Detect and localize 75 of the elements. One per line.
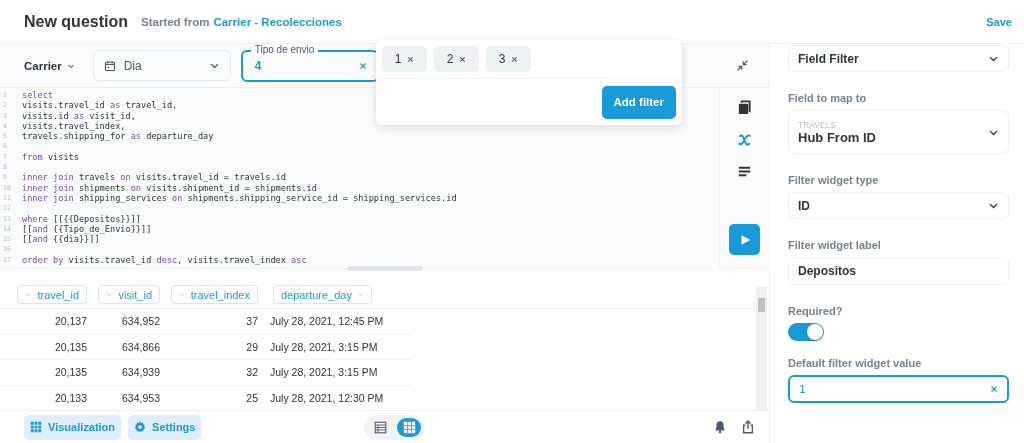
- remove-icon[interactable]: [407, 55, 415, 63]
- code-line: inner join travels on visits.travel_id = travels.id: [22, 172, 286, 183]
- section-label: TRAVELS: [798, 119, 838, 130]
- code-line: inner join shipping_services on shipments.shipping_service_id = shipping_services.id: [22, 192, 457, 204]
- chevron-icon: [178, 291, 186, 298]
- field-label: Required?: [788, 305, 844, 317]
- code-line: order by visits.travel_id desc, visits.travel_index asc: [22, 254, 307, 266]
- field-label: Filter widget label: [788, 239, 882, 251]
- select-field[interactable]: ID: [788, 192, 1009, 219]
- table-cell: 29: [163, 334, 261, 360]
- input-field[interactable]: Depositos: [788, 257, 1009, 285]
- select-value: Hub From ID: [798, 129, 877, 145]
- book-icon[interactable]: [737, 100, 752, 115]
- calendar-icon: [103, 59, 116, 72]
- grid-icon: [402, 420, 416, 434]
- snippet-icon[interactable]: [737, 164, 752, 179]
- table-cell: July 28, 2021, 12:45 PM: [261, 309, 411, 335]
- table-cell: 634,939: [90, 360, 163, 386]
- table-cell: 20,135: [0, 360, 90, 386]
- collapse-icon[interactable]: [736, 59, 749, 72]
- remove-icon[interactable]: [459, 55, 467, 63]
- chevron-icon: [106, 291, 114, 298]
- remove-icon[interactable]: [511, 55, 519, 63]
- date-filter[interactable]: Dia: [92, 50, 231, 81]
- table-cell: 634,952: [90, 309, 163, 335]
- chevron-icon: [25, 291, 33, 298]
- subtitle-text: Started from: [141, 15, 210, 28]
- field-label: Filter widget type: [788, 174, 880, 186]
- filter-field[interactable]: Tipo de envio 4: [240, 43, 379, 82]
- table-cell: 634,866: [90, 334, 163, 360]
- code-line: [[and {{Tipo_de_Envio}}]]: [22, 223, 152, 235]
- value-chip[interactable]: 3: [486, 46, 531, 72]
- table-cell: July 28, 2021, 3:15 PM: [261, 334, 411, 360]
- value-chip[interactable]: 2: [434, 46, 479, 72]
- code-line: visits.travel_id as travel_id,: [22, 100, 178, 111]
- page-title: New question: [24, 12, 128, 31]
- select-field[interactable]: Field Filter: [788, 45, 1009, 72]
- run-button[interactable]: [729, 224, 760, 255]
- toggle-switch[interactable]: [788, 323, 824, 341]
- code-line: travels.shipping_for as departure_day: [22, 131, 214, 142]
- code-line: [[and {{dia}}]]: [22, 234, 100, 245]
- scrollbar[interactable]: [756, 287, 767, 410]
- table-cell: 37: [163, 309, 261, 335]
- code-line: visits.travel_index,: [22, 120, 126, 132]
- table-cell: 634,953: [90, 385, 163, 410]
- code-line: visits.id as visit_id,: [22, 110, 136, 121]
- select-field[interactable]: TRAVELS Hub From ID: [788, 110, 1009, 154]
- select-value: Field Filter: [798, 51, 860, 66]
- bell-icon[interactable]: [713, 420, 727, 434]
- code-line: from visits: [22, 151, 79, 163]
- field-label: Default filter widget value: [788, 357, 923, 369]
- table-cell: 25: [163, 385, 261, 410]
- grid-view-button[interactable]: [397, 417, 421, 437]
- gear-icon: [134, 421, 147, 433]
- table-cell: July 28, 2021, 12:30 PM: [261, 385, 411, 410]
- value-chip[interactable]: 1: [382, 46, 427, 72]
- select-value: ID: [798, 198, 811, 213]
- clear-icon[interactable]: [358, 61, 367, 70]
- code-line: where [[{{Depositos}}]]: [22, 213, 141, 224]
- code-line: inner join shipments on visits.shipment_id = shipments.id: [22, 182, 317, 193]
- table-cell: 32: [163, 360, 261, 386]
- clear-icon[interactable]: [990, 385, 998, 393]
- field-label: Field to map to: [788, 92, 868, 104]
- share-icon[interactable]: [741, 420, 755, 434]
- scrollbar-thumb[interactable]: [347, 266, 423, 271]
- table-cell: 20,137: [0, 309, 90, 335]
- chevron-icon: [356, 291, 364, 298]
- filter-dropdown[interactable]: Carrier: [24, 59, 75, 72]
- field-label: Tipo de envio: [250, 43, 319, 55]
- table-icon: [373, 420, 387, 434]
- table-cell: July 28, 2021, 3:15 PM: [261, 360, 411, 386]
- table-cell: 20,135: [0, 334, 90, 360]
- table-cell: 20,133: [0, 385, 90, 410]
- code-line: select: [22, 90, 54, 101]
- grid-icon: [30, 421, 42, 433]
